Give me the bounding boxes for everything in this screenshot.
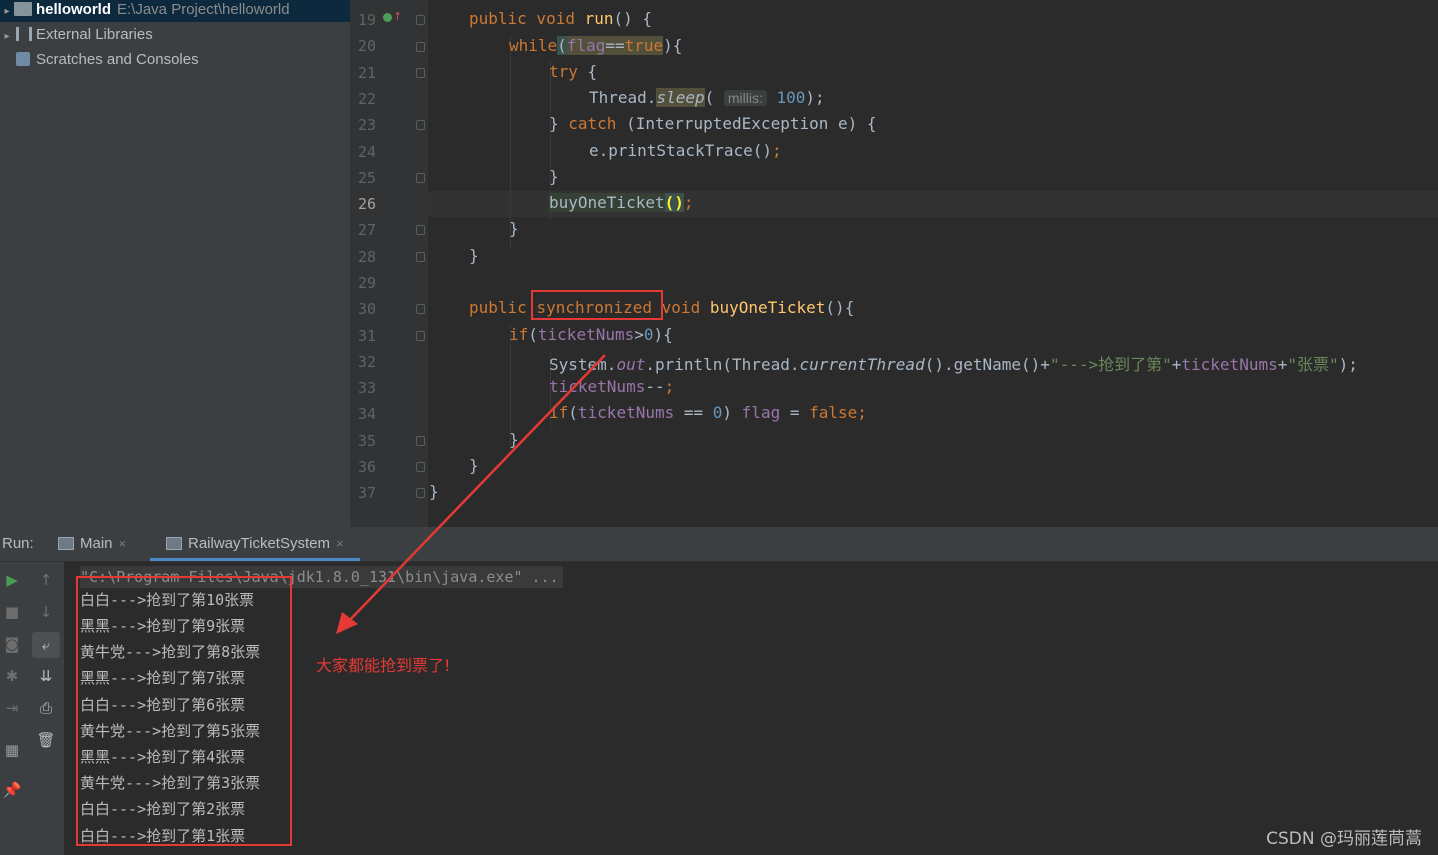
code-line-27: } xyxy=(509,219,519,238)
line-number: 30 xyxy=(357,300,376,318)
parameter-hint: millis: xyxy=(723,90,767,106)
scratches-icon xyxy=(16,52,30,66)
scroll-to-end-icon[interactable]: ⇊ xyxy=(36,666,56,686)
tree-label: External Libraries xyxy=(36,26,153,43)
line-number: 22 xyxy=(357,90,376,108)
code-line-32: System.out.println(Thread.currentThread(… xyxy=(549,355,1358,374)
code-line-20: while(flag==true){ xyxy=(509,36,683,55)
pin-icon[interactable]: 📌 xyxy=(2,780,22,800)
code-line-34: if(ticketNums == 0) flag = false; xyxy=(549,403,867,422)
code-line-26: buyOneTicket(); xyxy=(549,193,694,212)
stop-icon[interactable]: ■ xyxy=(2,602,22,622)
code-line-35: } xyxy=(509,430,519,449)
run-icon[interactable]: ▶ xyxy=(2,570,22,590)
code-line-28: } xyxy=(469,246,479,265)
override-marker-icon[interactable] xyxy=(383,13,392,22)
line-number: 23 xyxy=(357,116,376,134)
fold-marker-icon[interactable] xyxy=(416,436,425,446)
line-number: 32 xyxy=(357,353,376,371)
fold-marker-icon[interactable] xyxy=(416,488,425,498)
down-arrow-icon[interactable]: ↓ xyxy=(36,602,56,622)
annotation-text: 大家都能抢到票了! xyxy=(316,656,451,675)
code-line-23: } catch (InterruptedException e) { xyxy=(549,114,877,133)
run-toolbar: Run: Main × RailwayTicketSystem × xyxy=(0,527,1438,562)
fold-marker-icon[interactable] xyxy=(416,42,425,52)
project-path: E:\Java Project\helloworld xyxy=(117,1,290,18)
line-number-current: 26 xyxy=(357,195,376,213)
code-editor[interactable]: 19 20 21 22 23 24 25 26 27 28 29 30 31 3… xyxy=(350,0,1438,527)
layout-icon[interactable]: ▦ xyxy=(2,740,22,760)
tree-item-external-libraries[interactable]: ▸ External Libraries xyxy=(0,22,153,49)
fold-marker-icon[interactable] xyxy=(416,68,425,78)
line-number: 36 xyxy=(357,458,376,476)
tab-main[interactable]: Main × xyxy=(58,527,126,561)
up-arrow-icon[interactable]: ↑ xyxy=(36,570,56,590)
line-number: 34 xyxy=(357,405,376,423)
project-panel: ▸ helloworld E:\Java Project\helloworld ▸ E… xyxy=(0,0,350,527)
tab-label: RailwayTicketSystem xyxy=(188,535,330,552)
trash-icon[interactable]: 🗑 xyxy=(36,730,56,750)
fold-marker-icon[interactable] xyxy=(416,462,425,472)
tree-item-helloworld[interactable]: ▸ helloworld E:\Java Project\helloworld xyxy=(0,0,350,22)
fold-marker-icon[interactable] xyxy=(416,331,425,341)
line-number: 27 xyxy=(357,221,376,239)
synchronized-highlight-box xyxy=(531,290,663,320)
library-icon xyxy=(16,27,32,41)
code-line-19: public void run() { xyxy=(469,9,653,28)
close-icon[interactable]: × xyxy=(119,536,127,551)
exit-icon[interactable]: ⇥ xyxy=(2,698,22,718)
console-icon xyxy=(58,537,74,550)
console-icon xyxy=(166,537,182,550)
run-label: Run: xyxy=(2,535,34,552)
line-number: 33 xyxy=(357,379,376,397)
code-line-24: e.printStackTrace(); xyxy=(589,141,782,160)
code-line-33: ticketNums--; xyxy=(549,377,675,396)
tab-railwayticketsystem[interactable]: RailwayTicketSystem × xyxy=(150,527,360,561)
fold-marker-icon[interactable] xyxy=(416,225,425,235)
line-number: 25 xyxy=(357,169,376,187)
watermark: CSDN @玛丽莲茼蒿 xyxy=(1266,829,1422,849)
code-line-36: } xyxy=(469,456,479,475)
line-number: 24 xyxy=(357,143,376,161)
fold-marker-icon[interactable] xyxy=(416,252,425,262)
print-icon[interactable]: ⎙ xyxy=(36,698,56,718)
expand-arrow-icon[interactable]: ▸ xyxy=(0,0,14,24)
fold-marker-icon[interactable] xyxy=(416,120,425,130)
output-highlight-box xyxy=(76,576,292,846)
tree-label: Scratches and Consoles xyxy=(36,51,199,68)
fold-marker-icon[interactable] xyxy=(416,15,425,25)
code-line-37: } xyxy=(429,482,439,501)
expand-arrow-icon[interactable]: ▸ xyxy=(0,24,14,49)
console-side-toolbar: ↑ ↓ ⤶ ⇊ ⎙ 🗑 xyxy=(28,562,64,855)
folder-icon xyxy=(14,2,32,16)
line-number: 31 xyxy=(357,327,376,345)
code-line-31: if(ticketNums>0){ xyxy=(509,325,673,344)
close-icon[interactable]: × xyxy=(336,536,344,551)
override-arrow-icon: ↑ xyxy=(393,10,403,23)
code-line-22: Thread.sleep( millis: 100); xyxy=(589,88,825,107)
indent-guide xyxy=(510,35,511,250)
line-number: 20 xyxy=(357,37,376,55)
run-side-toolbar: ▶ ■ ◙ ✱ ⇥ ▦ 📌 xyxy=(0,562,29,855)
line-number: 19 xyxy=(357,11,376,29)
fold-marker-icon[interactable] xyxy=(416,173,425,183)
line-number: 21 xyxy=(357,64,376,82)
soft-wrap-icon[interactable]: ⤶ xyxy=(32,632,60,658)
camera-icon[interactable]: ◙ xyxy=(2,634,22,654)
line-number: 37 xyxy=(357,484,376,502)
tab-label: Main xyxy=(80,535,113,552)
tree-item-scratches[interactable]: Scratches and Consoles xyxy=(0,47,199,72)
line-number: 28 xyxy=(357,248,376,266)
code-line-25: } xyxy=(549,167,559,186)
line-number: 35 xyxy=(357,432,376,450)
code-line-21: try { xyxy=(549,62,598,81)
fold-marker-icon[interactable] xyxy=(416,304,425,314)
project-name: helloworld xyxy=(36,1,111,18)
line-number: 29 xyxy=(357,274,376,292)
debug-icon[interactable]: ✱ xyxy=(2,666,22,686)
